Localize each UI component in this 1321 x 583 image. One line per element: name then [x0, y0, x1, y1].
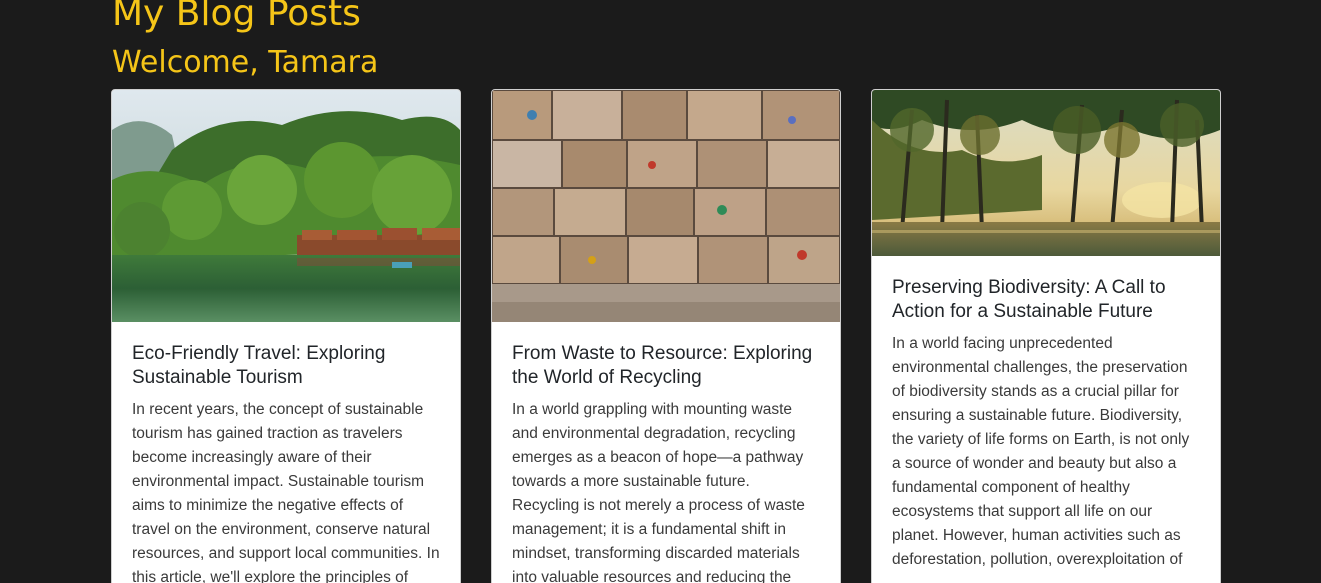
blog-post-card[interactable]: Preserving Biodiversity: A Call to Actio…: [871, 89, 1221, 583]
post-excerpt: In a world grappling with mounting waste…: [512, 401, 805, 583]
post-title[interactable]: From Waste to Resource: Exploring the Wo…: [512, 342, 820, 390]
blog-post-card[interactable]: Eco-Friendly Travel: Exploring Sustainab…: [111, 89, 461, 583]
page-title: My Blog Posts: [112, 0, 361, 34]
swamp-forest-image[interactable]: [872, 90, 1220, 256]
recycling-bales-image[interactable]: [492, 90, 840, 322]
post-title[interactable]: Preserving Biodiversity: A Call to Actio…: [892, 276, 1200, 324]
blog-post-card[interactable]: From Waste to Resource: Exploring the Wo…: [491, 89, 841, 583]
post-excerpt: In recent years, the concept of sustaina…: [132, 401, 440, 583]
post-excerpt: In a world facing unprecedented environm…: [892, 335, 1190, 568]
post-title[interactable]: Eco-Friendly Travel: Exploring Sustainab…: [132, 342, 440, 390]
welcome-message: Welcome, Tamara: [112, 45, 379, 80]
forest-lake-image[interactable]: [112, 90, 460, 322]
